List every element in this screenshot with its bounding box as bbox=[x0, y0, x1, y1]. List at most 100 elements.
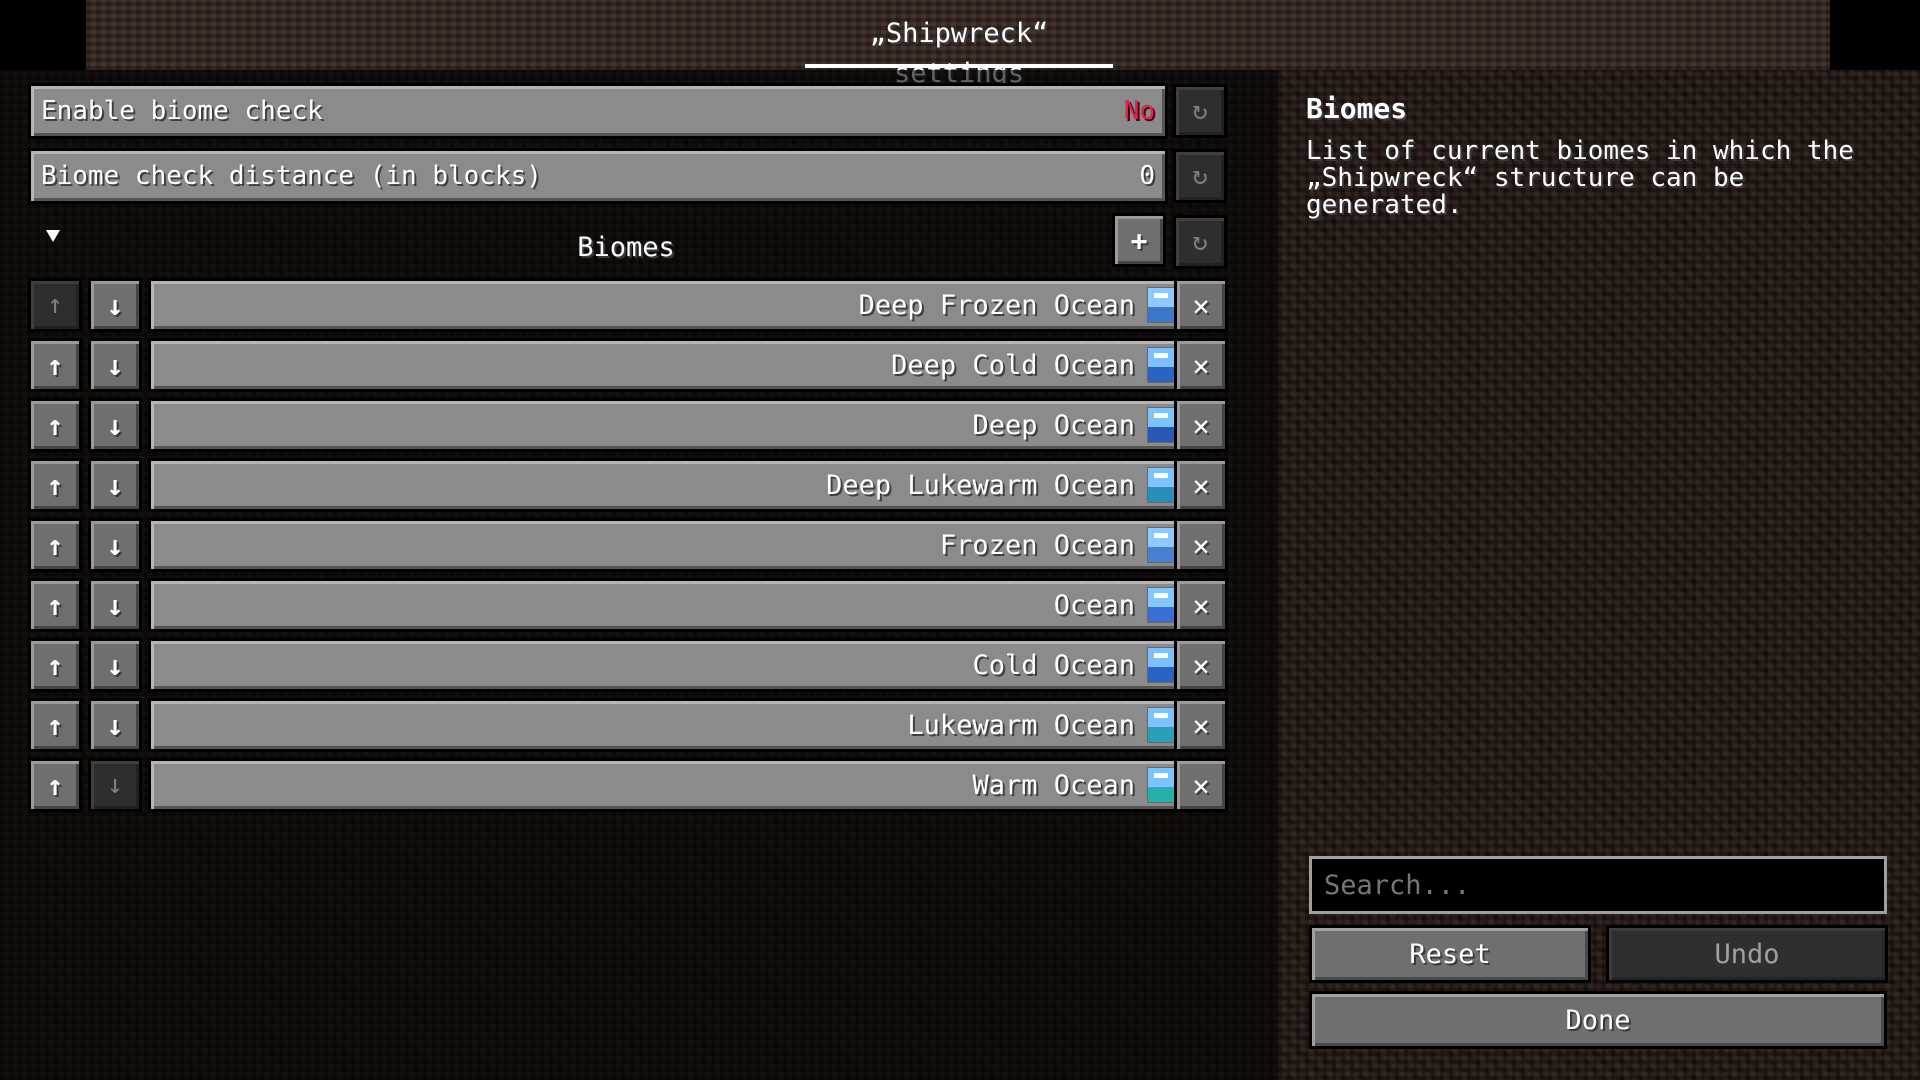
move-down-button[interactable]: ↓ bbox=[88, 758, 142, 812]
arrow-up-icon: ↑ bbox=[46, 468, 64, 502]
arrow-up-icon: ↑ bbox=[46, 408, 64, 442]
arrow-down-icon: ↓ bbox=[106, 648, 124, 682]
biome-name: Ocean bbox=[1053, 589, 1135, 621]
move-up-button[interactable]: ↑ bbox=[28, 278, 82, 332]
reset-biomes-button[interactable]: ↻ bbox=[1173, 215, 1227, 269]
move-down-button[interactable]: ↓ bbox=[88, 278, 142, 332]
enable-biome-check-value: No bbox=[1123, 96, 1155, 126]
plus-icon: + bbox=[1130, 223, 1148, 257]
description-title: Biomes bbox=[1306, 92, 1408, 125]
move-down-button[interactable]: ↓ bbox=[88, 398, 142, 452]
arrow-down-icon: ↓ bbox=[106, 528, 124, 562]
biome-row: ↑ ↓ Deep Ocean ✕ bbox=[28, 398, 1228, 452]
arrow-down-icon: ↓ bbox=[106, 288, 124, 322]
enable-biome-check-toggle[interactable]: Enable biome check No bbox=[28, 83, 1168, 139]
move-up-button[interactable]: ↑ bbox=[28, 338, 82, 392]
biome-entry-warm-ocean[interactable]: Warm Ocean bbox=[148, 758, 1196, 812]
biome-row: ↑ ↓ Cold Ocean ✕ bbox=[28, 638, 1228, 692]
biome-name: Lukewarm Ocean bbox=[907, 709, 1135, 741]
biome-name: Frozen Ocean bbox=[939, 529, 1135, 561]
biome-entry-frozen-ocean[interactable]: Frozen Ocean bbox=[148, 518, 1196, 572]
close-icon: ✕ bbox=[1192, 408, 1210, 442]
arrow-up-icon: ↑ bbox=[46, 588, 64, 622]
biome-entry-deep-lukewarm-ocean[interactable]: Deep Lukewarm Ocean bbox=[148, 458, 1196, 512]
biome-row: ↑ ↓ Deep Cold Ocean ✕ bbox=[28, 338, 1228, 392]
biome-check-distance-value: 0 bbox=[1139, 161, 1155, 191]
remove-biome-button[interactable]: ✕ bbox=[1174, 458, 1228, 512]
move-up-button[interactable]: ↑ bbox=[28, 518, 82, 572]
arrow-up-icon: ↑ bbox=[47, 290, 63, 320]
biome-check-distance-field[interactable]: Biome check distance (in blocks) 0 bbox=[28, 148, 1168, 204]
biome-name: Deep Cold Ocean bbox=[891, 349, 1135, 381]
move-down-button[interactable]: ↓ bbox=[88, 638, 142, 692]
biomes-section-header: Biomes bbox=[28, 220, 1228, 276]
biome-entry-deep-frozen-ocean[interactable]: Deep Frozen Ocean bbox=[148, 278, 1196, 332]
biome-entry-cold-ocean[interactable]: Cold Ocean bbox=[148, 638, 1196, 692]
reset-icon: ↻ bbox=[1192, 96, 1208, 126]
move-up-button[interactable]: ↑ bbox=[28, 698, 82, 752]
arrow-up-icon: ↑ bbox=[46, 708, 64, 742]
move-up-button[interactable]: ↑ bbox=[28, 458, 82, 512]
close-icon: ✕ bbox=[1192, 348, 1210, 382]
reset-icon: ↻ bbox=[1192, 227, 1208, 257]
biome-check-distance-label: Biome check distance (in blocks) bbox=[41, 161, 542, 191]
remove-biome-button[interactable]: ✕ bbox=[1174, 398, 1228, 452]
arrow-down-icon: ↓ bbox=[106, 468, 124, 502]
arrow-down-icon: ↓ bbox=[106, 588, 124, 622]
close-icon: ✕ bbox=[1192, 288, 1210, 322]
biome-row: ↑ ↓ Ocean ✕ bbox=[28, 578, 1228, 632]
close-icon: ✕ bbox=[1192, 768, 1210, 802]
arrow-down-icon: ↓ bbox=[107, 770, 123, 800]
remove-biome-button[interactable]: ✕ bbox=[1174, 758, 1228, 812]
biome-name: Warm Ocean bbox=[972, 769, 1135, 801]
reset-enable-biome-check-button[interactable]: ↻ bbox=[1173, 84, 1227, 138]
remove-biome-button[interactable]: ✕ bbox=[1174, 698, 1228, 752]
move-down-button[interactable]: ↓ bbox=[88, 458, 142, 512]
close-icon: ✕ bbox=[1192, 648, 1210, 682]
done-button[interactable]: Done bbox=[1309, 991, 1887, 1049]
arrow-up-icon: ↑ bbox=[46, 648, 64, 682]
biome-entry-deep-ocean[interactable]: Deep Ocean bbox=[148, 398, 1196, 452]
search-input[interactable] bbox=[1309, 856, 1887, 914]
biome-entry-deep-cold-ocean[interactable]: Deep Cold Ocean bbox=[148, 338, 1196, 392]
arrow-up-icon: ↑ bbox=[46, 348, 64, 382]
tab-active-underline bbox=[805, 64, 1113, 68]
move-down-button[interactable]: ↓ bbox=[88, 578, 142, 632]
move-down-button[interactable]: ↓ bbox=[88, 338, 142, 392]
move-up-button[interactable]: ↑ bbox=[28, 398, 82, 452]
biome-name: Deep Lukewarm Ocean bbox=[826, 469, 1135, 501]
remove-biome-button[interactable]: ✕ bbox=[1174, 518, 1228, 572]
close-icon: ✕ bbox=[1192, 528, 1210, 562]
reset-biome-check-distance-button[interactable]: ↻ bbox=[1173, 149, 1227, 203]
remove-biome-button[interactable]: ✕ bbox=[1174, 338, 1228, 392]
arrow-down-icon: ↓ bbox=[106, 348, 124, 382]
close-icon: ✕ bbox=[1192, 708, 1210, 742]
top-left-corner bbox=[0, 0, 86, 70]
reset-icon: ↻ bbox=[1192, 161, 1208, 191]
biome-entry-lukewarm-ocean[interactable]: Lukewarm Ocean bbox=[148, 698, 1196, 752]
remove-biome-button[interactable]: ✕ bbox=[1174, 278, 1228, 332]
close-icon: ✕ bbox=[1192, 588, 1210, 622]
biome-row: ↑ ↓ Deep Lukewarm Ocean ✕ bbox=[28, 458, 1228, 512]
move-up-button[interactable]: ↑ bbox=[28, 578, 82, 632]
arrow-down-icon: ↓ bbox=[106, 708, 124, 742]
remove-biome-button[interactable]: ✕ bbox=[1174, 638, 1228, 692]
description-text: List of current biomes in which the „Shi… bbox=[1306, 136, 1854, 220]
biome-row: ↑ ↓ Lukewarm Ocean ✕ bbox=[28, 698, 1228, 752]
biome-entry-ocean[interactable]: Ocean bbox=[148, 578, 1196, 632]
tab-shipwreck-settings[interactable]: „Shipwreck“ settings bbox=[805, 14, 1113, 89]
reset-button[interactable]: Reset bbox=[1309, 925, 1591, 983]
add-biome-button[interactable]: + bbox=[1112, 213, 1166, 267]
undo-button[interactable]: Undo bbox=[1606, 925, 1888, 983]
biomes-section-title: Biomes bbox=[577, 232, 675, 263]
enable-biome-check-label: Enable biome check bbox=[41, 96, 323, 126]
move-up-button[interactable]: ↑ bbox=[28, 638, 82, 692]
biome-name: Cold Ocean bbox=[972, 649, 1135, 681]
collapse-triangle-icon[interactable] bbox=[46, 230, 60, 242]
move-down-button[interactable]: ↓ bbox=[88, 698, 142, 752]
move-down-button[interactable]: ↓ bbox=[88, 518, 142, 572]
move-up-button[interactable]: ↑ bbox=[28, 758, 82, 812]
close-icon: ✕ bbox=[1192, 468, 1210, 502]
biome-row: ↑ ↓ Deep Frozen Ocean ✕ bbox=[28, 278, 1228, 332]
remove-biome-button[interactable]: ✕ bbox=[1174, 578, 1228, 632]
